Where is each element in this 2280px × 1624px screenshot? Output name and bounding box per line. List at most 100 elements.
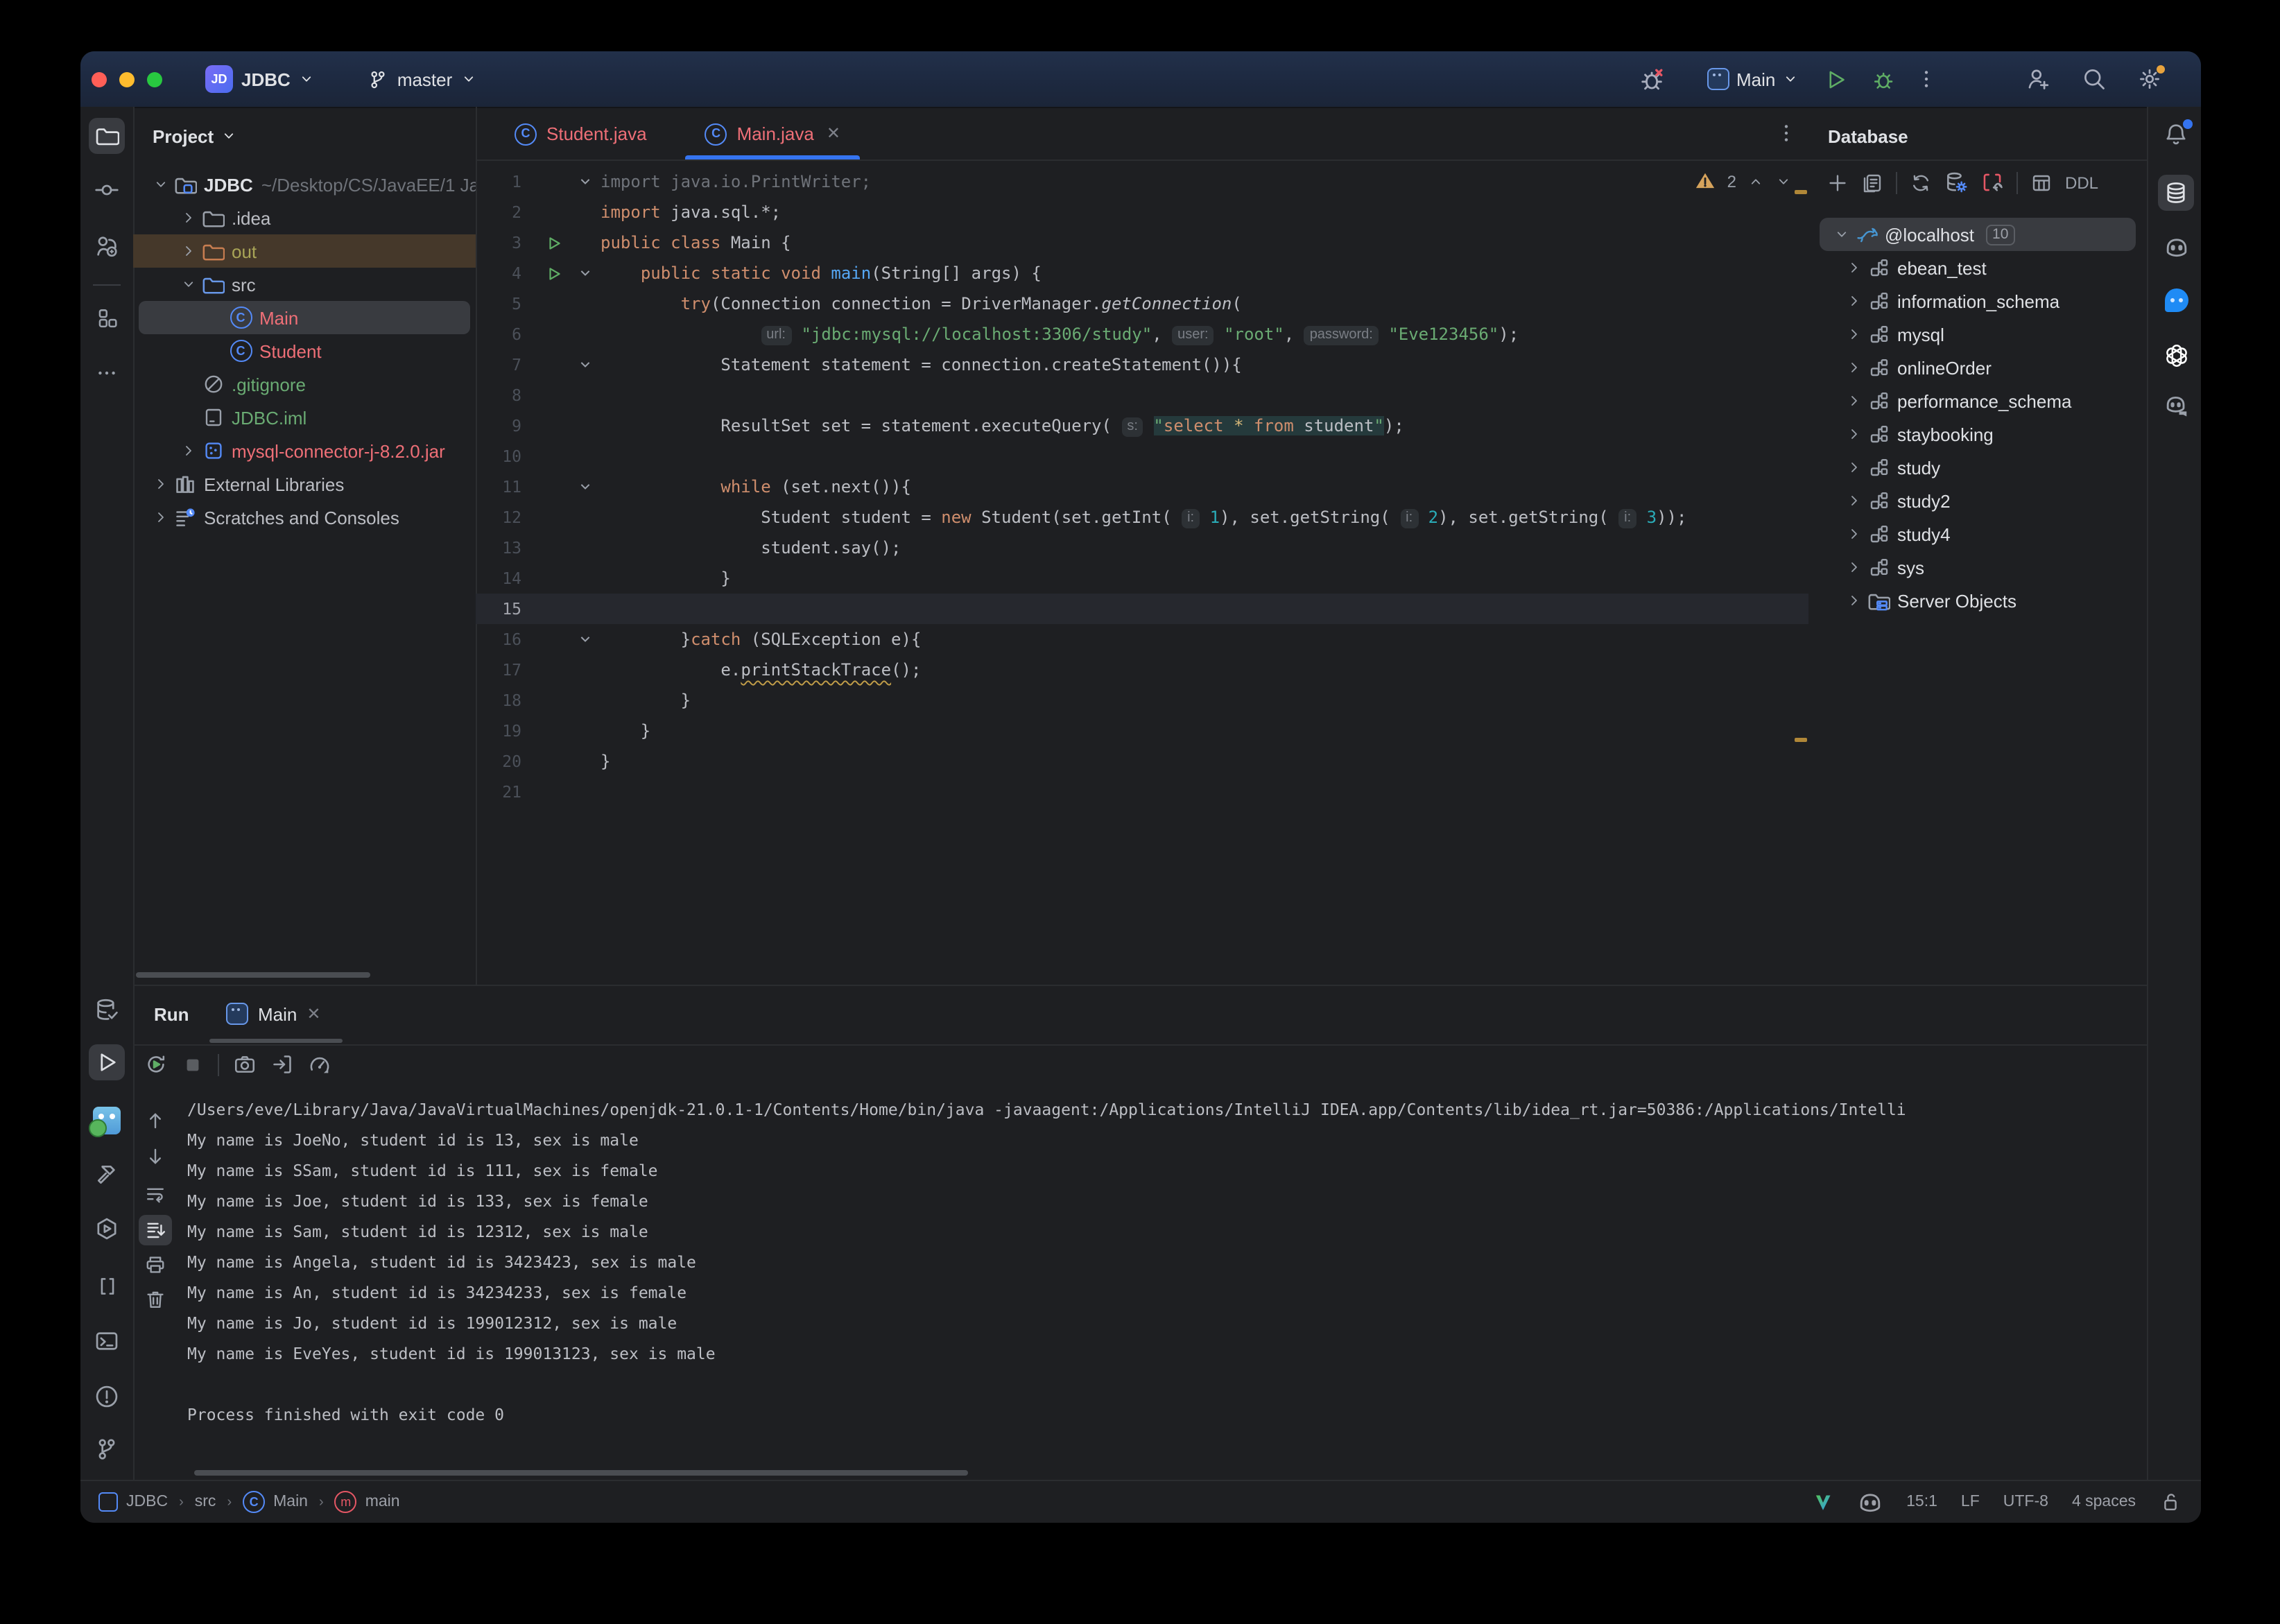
line-number[interactable]: 15 [476,594,538,624]
project-tree-item-out[interactable]: out [133,234,476,268]
project-tree-item--idea[interactable]: .idea [133,201,476,234]
code-line-9[interactable]: 9 ResultSet set = statement.executeQuery… [476,411,1808,441]
line-number[interactable]: 17 [476,655,538,685]
run-button[interactable] [1824,67,1847,91]
chevron-right-icon[interactable] [1843,559,1865,576]
schema-item-performance_schema[interactable]: performance_schema [1808,384,2147,417]
breadcrumb-item-main[interactable]: C Main [243,1491,308,1513]
profiler-button[interactable] [308,1053,331,1076]
tool-stripe-folder-tool-icon[interactable] [89,118,125,154]
schema-item-information_schema[interactable]: information_schema [1808,284,2147,318]
project-tree-item-jdbc-iml[interactable]: JDBC.iml [133,401,476,434]
warning-stripe-mark[interactable] [1795,738,1807,742]
code-line-14[interactable]: 14 } [476,563,1808,594]
console-horizontal-scrollbar[interactable] [194,1470,968,1476]
breadcrumb-item-main[interactable]: m main [334,1491,400,1513]
tool-stripe-chat-icon[interactable] [2158,282,2194,318]
chevron-right-icon[interactable] [1843,426,1865,442]
chevron-right-icon[interactable] [150,476,172,492]
scroll-end-button[interactable] [139,1215,172,1245]
tool-stripe-problems-icon[interactable] [89,1379,125,1415]
maximize-window-button[interactable] [147,72,162,87]
project-tree-item-scratches-and-consoles[interactable]: Scratches and Consoles [133,501,476,534]
line-ending[interactable]: LF [1961,1494,1980,1510]
tool-stripe-brackets-icon[interactable] [89,1268,125,1304]
project-widget[interactable]: JD JDBC master [205,51,477,107]
tool-stripe-terminal-icon[interactable] [89,1323,125,1359]
schema-item-study4[interactable]: study4 [1808,517,2147,551]
disconnect-icon[interactable] [1980,171,2004,194]
chevron-right-icon[interactable] [1843,359,1865,376]
project-horizontal-scrollbar[interactable] [136,972,370,978]
chevron-right-icon[interactable] [1843,526,1865,542]
code-line-12[interactable]: 12 Student student = new Student(set.get… [476,502,1808,533]
refresh-icon[interactable] [1910,171,1932,193]
title-bar[interactable]: JD JDBC master Main [80,51,2201,108]
code-line-15[interactable]: 15 [476,594,1808,624]
chevron-right-icon[interactable] [1843,259,1865,276]
line-number[interactable]: 13 [476,533,538,563]
schema-item-onlineorder[interactable]: onlineOrder [1808,351,2147,384]
line-number[interactable]: 10 [476,441,538,472]
chevron-down-icon[interactable] [1831,226,1853,243]
line-number[interactable]: 4 [476,258,538,288]
project-tree-item-src[interactable]: src [133,268,476,301]
close-icon[interactable]: ✕ [827,123,840,143]
camera-button[interactable] [233,1053,257,1076]
code-line-16[interactable]: 16 }catch (SQLException e){ [476,624,1808,655]
arrow-up-button[interactable] [139,1105,172,1136]
more-actions-button[interactable] [1915,68,1937,90]
line-number[interactable]: 21 [476,777,538,807]
project-name[interactable]: JDBC [241,69,291,89]
chevron-right-icon[interactable] [1843,326,1865,343]
tool-stripe-db-check-icon[interactable] [89,992,125,1028]
line-number[interactable]: 5 [476,288,538,319]
tool-stripe-play-tool-icon[interactable] [89,1044,125,1080]
schema-item-sys[interactable]: sys [1808,551,2147,584]
line-number[interactable]: 8 [476,380,538,411]
fold-chevron-icon[interactable] [569,624,601,655]
code-line-8[interactable]: 8 [476,380,1808,411]
project-tree-item-external-libraries[interactable]: External Libraries [133,467,476,501]
fold-chevron-icon[interactable] [569,166,601,197]
project-panel-header[interactable]: Project [153,118,237,154]
code-line-6[interactable]: 6 url: "jdbc:mysql://localhost:3306/stud… [476,319,1808,349]
tool-stripe-database-icon[interactable] [2158,175,2194,211]
fold-chevron-icon[interactable] [569,258,601,288]
line-number[interactable]: 18 [476,685,538,716]
debug-button[interactable] [1872,67,1896,91]
line-number[interactable]: 3 [476,227,538,258]
add-icon[interactable] [1826,171,1849,193]
breadcrumb-item-src[interactable]: src [195,1494,216,1510]
code-line-20[interactable]: 20} [476,746,1808,777]
rerun-button[interactable] [144,1053,168,1076]
line-number[interactable]: 16 [476,624,538,655]
tool-stripe-commit-icon[interactable] [89,172,125,208]
project-tree-item-student[interactable]: C Student [133,334,476,368]
line-number[interactable]: 12 [476,502,538,533]
close-icon[interactable]: ✕ [306,1004,320,1023]
close-window-button[interactable] [92,72,107,87]
ddl-button[interactable]: DDL [2065,173,2098,192]
clear-trash-button[interactable] [139,1284,172,1315]
line-number[interactable]: 7 [476,349,538,380]
code-line-11[interactable]: 11 while (set.next()){ [476,472,1808,502]
code-line-3[interactable]: 3 public class Main { [476,227,1808,258]
chevron-right-icon[interactable] [150,509,172,526]
code-line-1[interactable]: 1 import java.io.PrintWriter; [476,166,1808,197]
no-debug-icon[interactable] [1639,66,1666,92]
tool-stripe-services-icon[interactable] [89,1211,125,1247]
project-tree-item-main[interactable]: C Main [139,301,470,334]
code-line-7[interactable]: 7 Statement statement = connection.creat… [476,349,1808,380]
tool-stripe-copilot-chat-icon[interactable] [2158,387,2194,423]
line-number[interactable]: 6 [476,319,538,349]
chevron-right-icon[interactable] [1843,459,1865,476]
minimize-window-button[interactable] [119,72,135,87]
v-plugin-icon[interactable] [1812,1492,1833,1512]
project-tree-item-mysql-connector-j-8-2-0-jar[interactable]: mysql-connector-j-8.2.0.jar [133,434,476,467]
indent-setting[interactable]: 4 spaces [2072,1494,2136,1510]
traffic-lights[interactable] [92,72,162,87]
code-line-2[interactable]: 2 import java.sql.*; [476,197,1808,227]
tool-stripe-openai-icon[interactable] [2158,337,2194,373]
chevron-down-icon[interactable] [150,176,172,193]
